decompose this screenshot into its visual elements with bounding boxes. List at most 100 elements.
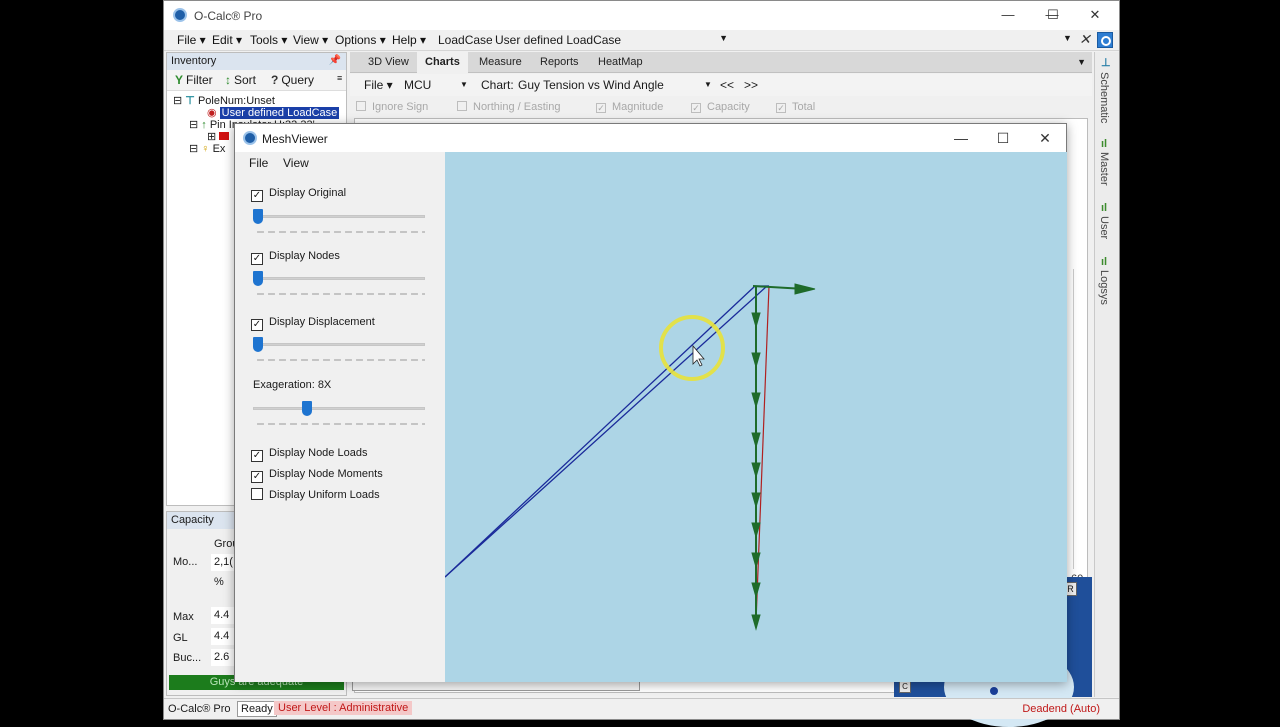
- search-icon[interactable]: [1097, 32, 1113, 48]
- meshviewer-controls: File View ✓ Display Original ✓ Display Nod…: [235, 152, 445, 682]
- menu-edit[interactable]: Edit ▾: [212, 33, 242, 47]
- mesh-maximize-button[interactable]: ☐: [989, 128, 1017, 148]
- mesh-close-button[interactable]: ✕: [1031, 128, 1059, 148]
- chart-label: Chart:: [481, 78, 514, 92]
- menu-help[interactable]: Help ▾: [392, 33, 426, 47]
- load-arrowhead: [751, 432, 761, 449]
- chart-select[interactable]: Guy Tension vs Wind Angle ▼: [518, 78, 712, 92]
- load-arrowhead: [794, 283, 816, 295]
- loadcase-select[interactable]: User defined LoadCase ▼: [492, 31, 732, 49]
- display-uniform-loads-checkbox[interactable]: Display Uniform Loads: [251, 488, 380, 501]
- check-icon: ✓: [251, 450, 263, 462]
- total-checkbox[interactable]: ✓ Total: [776, 101, 815, 113]
- tab-logsys[interactable]: Logsys: [1098, 270, 1110, 305]
- c-toggle-button[interactable]: C: [899, 681, 911, 693]
- capacity-row-label: Mo...: [173, 556, 198, 568]
- slider-ticks: [255, 359, 425, 361]
- query-button[interactable]: ? Query: [271, 73, 314, 87]
- display-original-slider[interactable]: [253, 215, 425, 218]
- check-icon: ✓: [251, 471, 263, 483]
- tab-charts[interactable]: Charts: [417, 52, 468, 73]
- mesh-drawing: [444, 283, 816, 631]
- maximize-button[interactable]: ☐: [1038, 5, 1068, 25]
- display-original-checkbox[interactable]: ✓ Display Original: [251, 187, 346, 202]
- guy-line-original: [444, 285, 756, 578]
- filter-button[interactable]: Y Filter: [175, 73, 213, 87]
- capacity-value: 2.6: [211, 649, 235, 666]
- slider-thumb[interactable]: [253, 337, 263, 352]
- toolbar-overflow-icon[interactable]: ≡: [337, 73, 342, 83]
- chart-toolbar: File ▾ MCU ▼ Chart: Guy Tension vs Wind …: [350, 74, 1092, 96]
- capacity-checkbox[interactable]: ✓ Capacity: [691, 101, 750, 113]
- up-arrow-icon: ↑: [201, 119, 207, 131]
- pin-icon[interactable]: 📌: [329, 55, 341, 66]
- schematic-icon: ⊥: [1101, 57, 1111, 69]
- slider-thumb[interactable]: [302, 401, 312, 416]
- loadcase-value: User defined LoadCase: [495, 33, 622, 47]
- tab-measure[interactable]: Measure: [471, 52, 530, 73]
- window-title: O-Calc® Pro: [194, 9, 263, 23]
- chart-axis: [1073, 269, 1074, 569]
- load-arrowhead: [751, 582, 761, 599]
- capacity-unit: %: [214, 576, 224, 588]
- northing-easting-checkbox[interactable]: Northing / Easting: [457, 101, 560, 113]
- tab-heatmap[interactable]: HeatMap: [590, 52, 651, 73]
- filter-icon: Y: [175, 73, 184, 87]
- tab-user[interactable]: User: [1098, 216, 1110, 239]
- display-nodes-slider[interactable]: [253, 277, 425, 280]
- meshviewer-window: MeshViewer — ☐ ✕ File View ✓ Display Orig…: [234, 123, 1067, 682]
- sort-button[interactable]: ↕ Sort: [225, 73, 256, 87]
- slider-thumb[interactable]: [253, 271, 263, 286]
- capacity-row-label: Max: [173, 611, 194, 623]
- pole-icon: ⊤: [185, 95, 195, 107]
- tab-3d-view[interactable]: 3D View: [360, 52, 417, 73]
- magnitude-checkbox[interactable]: ✓ Magnitude: [596, 101, 663, 113]
- slider-ticks: [255, 423, 425, 425]
- chart-options: Ignore Sign Northing / Easting ✓ Magnitud…: [350, 97, 1092, 117]
- tree-ex[interactable]: ⊟ ♀ Ex: [189, 142, 225, 155]
- cursor-highlight-ring: [659, 315, 725, 381]
- mesh-menu-view[interactable]: View: [283, 156, 309, 170]
- tab-strip: 3D View Charts Measure Reports HeatMap ▼: [350, 52, 1092, 73]
- chevron-down-icon: ▼: [719, 33, 728, 43]
- load-arrowhead: [751, 462, 761, 479]
- chart-file-menu[interactable]: File ▾: [364, 78, 393, 92]
- horizontal-scrollbar[interactable]: [352, 681, 640, 691]
- load-arrowhead: [751, 614, 761, 631]
- display-node-loads-checkbox[interactable]: ✓ Display Node Loads: [251, 447, 367, 462]
- status-bar: O-Calc® Pro Ready User Level : Administr…: [164, 698, 1119, 719]
- prev-chart-button[interactable]: <<: [720, 78, 734, 92]
- app-logo-icon: [173, 8, 187, 22]
- status-app-name: O-Calc® Pro: [168, 703, 231, 715]
- slider-thumb[interactable]: [253, 209, 263, 224]
- inventory-header: Inventory 📌: [167, 53, 346, 70]
- sort-icon: ↕: [225, 73, 231, 87]
- display-nodes-checkbox[interactable]: ✓ Display Nodes: [251, 250, 340, 265]
- menu-file[interactable]: File ▾: [177, 33, 206, 47]
- display-node-moments-checkbox[interactable]: ✓ Display Node Moments: [251, 468, 383, 483]
- tabs-menu-icon[interactable]: ▼: [1077, 57, 1086, 67]
- close-button[interactable]: ✕: [1080, 5, 1110, 25]
- menu-options[interactable]: Options ▾: [335, 33, 386, 47]
- menu-view[interactable]: View ▾: [293, 33, 328, 47]
- display-displacement-slider[interactable]: [253, 343, 425, 346]
- menu-tools[interactable]: Tools ▾: [250, 33, 287, 47]
- mesh-minimize-button[interactable]: —: [947, 128, 975, 148]
- minimize-button-2[interactable]: —: [993, 5, 1023, 25]
- app-logo-icon: [243, 131, 257, 145]
- capacity-value: 4.4: [211, 628, 235, 645]
- exaggeration-slider[interactable]: [253, 407, 425, 410]
- tab-master[interactable]: Master: [1098, 152, 1110, 186]
- next-chart-button[interactable]: >>: [744, 78, 758, 92]
- mesh-menu-file[interactable]: File: [249, 156, 268, 170]
- meshviewer-title-bar: MeshViewer — ☐ ✕: [235, 124, 1066, 152]
- ignore-sign-checkbox[interactable]: Ignore Sign: [356, 101, 428, 113]
- tab-reports[interactable]: Reports: [532, 52, 587, 73]
- mcu-select[interactable]: MCU ▼: [404, 78, 468, 92]
- dropdown-arrow-icon[interactable]: ▼: [1063, 33, 1072, 43]
- mesh-viewport[interactable]: [444, 152, 1067, 682]
- status-user-level: User Level : Administrative: [274, 701, 413, 715]
- tab-schematic[interactable]: Schematic: [1098, 72, 1110, 123]
- display-displacement-checkbox[interactable]: ✓ Display Displacement: [251, 316, 375, 331]
- clear-icon[interactable]: ✕: [1079, 31, 1091, 48]
